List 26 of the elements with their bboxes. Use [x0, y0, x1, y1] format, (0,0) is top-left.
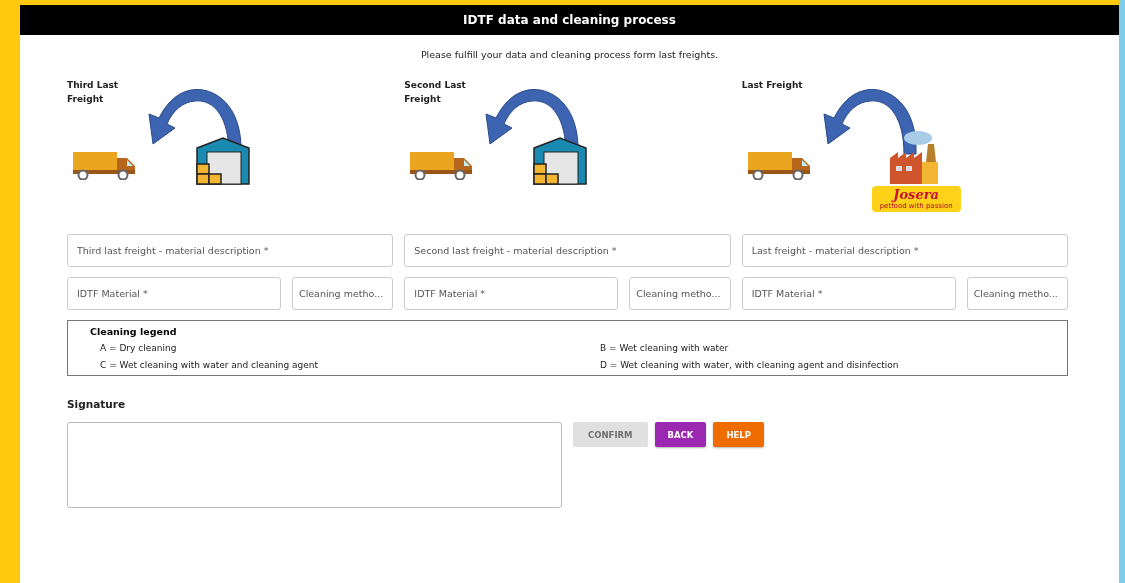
legend-item: B = Wet cleaning with water — [600, 343, 730, 353]
cleaning-method-field[interactable]: Cleaning metho... — [629, 277, 731, 310]
legend-item: C = Wet cleaning with water and cleaning agent — [100, 360, 320, 370]
freight-label: Last Freight — [741, 79, 804, 92]
signature-label: Signature — [67, 398, 127, 410]
signature-pad[interactable] — [67, 422, 562, 508]
cleaning-method-field[interactable]: Cleaning metho... — [966, 277, 1068, 310]
intro-text: Please fulfill your data and cleaning process form last freights. — [419, 49, 720, 60]
warehouse-icon — [532, 136, 589, 186]
idtf-material-field[interactable]: IDTF Material * — [67, 277, 281, 310]
freight-label: Second Last Freight — [404, 79, 467, 106]
material-description-field[interactable]: Third last freight - material description * — [67, 234, 394, 267]
material-description-field[interactable]: Last freight - material description * — [741, 234, 1068, 267]
idtf-material-field[interactable]: IDTF Material * — [741, 277, 956, 310]
back-button[interactable]: BACK — [654, 422, 707, 447]
material-description-field[interactable]: Second last freight - material description * — [404, 234, 731, 267]
legend-title: Cleaning legend — [90, 326, 178, 337]
legend-item: A = Dry cleaning — [100, 343, 178, 353]
warehouse-icon — [195, 136, 251, 186]
idtf-material-field[interactable]: IDTF Material * — [404, 277, 619, 310]
cleaning-method-field[interactable]: Cleaning metho... — [292, 277, 394, 310]
help-button[interactable]: HELP — [713, 422, 765, 447]
freight-label: Third Last Freight — [67, 79, 120, 106]
page-title: IDTF data and cleaning process — [463, 13, 676, 27]
logo-name: Josera — [893, 188, 939, 202]
legend-item: D = Wet cleaning with water, with cleaning agent and disinfection — [600, 360, 900, 370]
